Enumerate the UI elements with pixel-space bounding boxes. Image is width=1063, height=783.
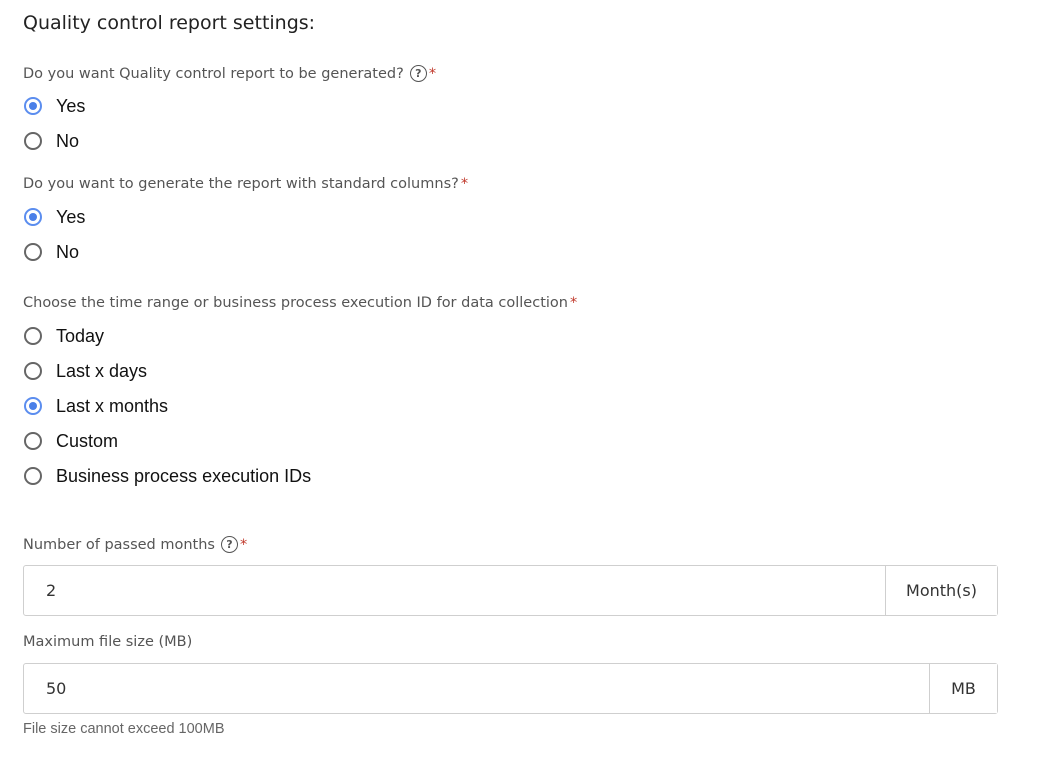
radio-generate-yes[interactable]: Yes <box>24 94 85 118</box>
section-title: Quality control report settings: <box>23 12 316 34</box>
question-label: Do you want to generate the report with … <box>23 176 459 192</box>
field-label: Maximum file size (MB) <box>23 634 193 650</box>
radio-button[interactable] <box>24 362 42 380</box>
question-standard-columns: Do you want to generate the report with … <box>23 176 468 192</box>
radio-button[interactable] <box>24 327 42 345</box>
file-size-field-label: Maximum file size (MB) <box>23 634 192 650</box>
radio-label: Yes <box>56 95 86 116</box>
radio-label: No <box>56 241 80 262</box>
radio-button[interactable] <box>24 243 42 261</box>
radio-range-last-months[interactable]: Last x months <box>24 394 168 418</box>
question-generate-report: Do you want Quality control report to be… <box>23 65 436 82</box>
radio-button[interactable] <box>24 132 42 150</box>
radio-range-execution-ids[interactable]: Business process execution IDs <box>24 464 311 488</box>
radio-generate-no[interactable]: No <box>24 129 79 153</box>
radio-label: No <box>56 130 80 151</box>
radio-button[interactable] <box>24 467 42 485</box>
help-icon[interactable]: ? <box>221 536 238 553</box>
radio-range-last-days[interactable]: Last x days <box>24 359 147 383</box>
file-size-input-group: MB <box>23 663 998 714</box>
radio-label: Today <box>56 325 105 346</box>
months-input[interactable] <box>24 566 885 615</box>
question-time-range: Choose the time range or business proces… <box>23 295 577 311</box>
radio-standard-yes[interactable]: Yes <box>24 205 85 229</box>
radio-button[interactable] <box>24 432 42 450</box>
radio-label: Yes <box>56 206 86 227</box>
question-label: Do you want Quality control report to be… <box>23 65 404 82</box>
radio-label: Business process execution IDs <box>56 465 312 486</box>
radio-label: Last x months <box>56 395 169 416</box>
required-marker: * <box>240 536 248 553</box>
radio-button-checked[interactable] <box>24 208 42 226</box>
radio-button-checked[interactable] <box>24 397 42 415</box>
field-label: Number of passed months <box>23 536 215 553</box>
months-input-group: Month(s) <box>23 565 998 616</box>
radio-label: Last x days <box>56 360 148 381</box>
file-size-hint: File size cannot exceed 100MB <box>23 721 225 737</box>
radio-button-checked[interactable] <box>24 97 42 115</box>
required-marker: * <box>460 176 469 192</box>
required-marker: * <box>569 295 578 311</box>
question-label: Choose the time range or business proces… <box>23 295 568 311</box>
file-size-input[interactable] <box>24 664 929 713</box>
help-icon[interactable]: ? <box>409 65 427 82</box>
months-field-label: Number of passed months ? * <box>23 536 247 553</box>
radio-range-today[interactable]: Today <box>24 324 104 348</box>
months-unit-addon: Month(s) <box>885 566 997 615</box>
radio-range-custom[interactable]: Custom <box>24 429 118 453</box>
file-size-unit-addon: MB <box>929 664 997 713</box>
required-marker: * <box>428 65 437 82</box>
radio-label: Custom <box>56 430 119 451</box>
radio-standard-no[interactable]: No <box>24 240 79 264</box>
